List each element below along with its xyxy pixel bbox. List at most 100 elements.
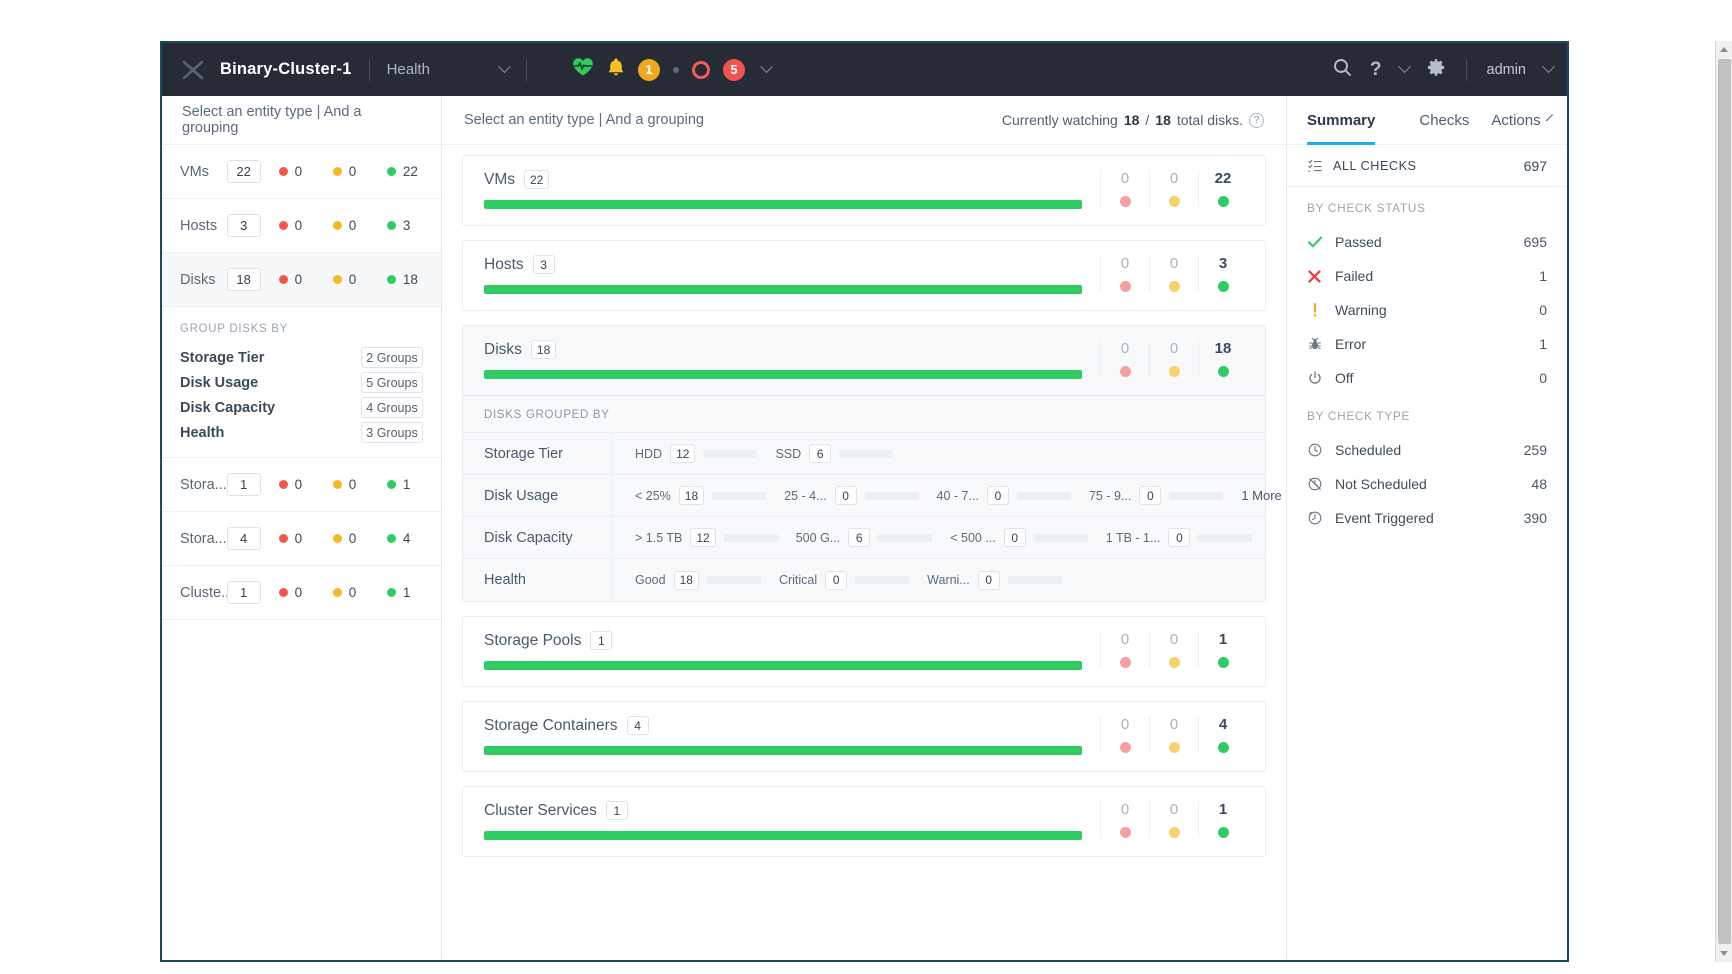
question-mark-icon[interactable]: ? [1370,60,1382,79]
main-header-label[interactable]: Select an entity type | And a grouping [464,112,704,128]
chevron-down-icon[interactable] [498,60,511,74]
grouped-row-label[interactable]: Storage Tier [463,433,613,474]
group-bucket[interactable]: Good 18 [635,570,761,590]
group-bucket[interactable]: Warni... 0 [927,570,1062,590]
entity-card[interactable]: Disks 18 0 0 18 DISKS GROUPED BY Storage Tier H… [462,325,1282,602]
summary-stat-row[interactable]: Event Triggered 390 [1287,501,1567,535]
group-bucket[interactable]: 40 - 7... 0 [937,486,1071,505]
chevron-down-icon[interactable] [1542,60,1555,74]
card-warning-stat: 0 [1149,170,1198,207]
group-bucket-bar-track [1198,533,1253,542]
entity-cards-scroll-area[interactable]: VMs 22 0 0 22 Hosts 3 0 0 3 Disks 18 0 0 18 DISKS GROUP… [442,145,1286,960]
circle-outline-icon[interactable] [691,60,710,79]
scrollbar-thumb[interactable] [1717,59,1731,944]
search-icon[interactable] [1333,58,1352,82]
sidebar-entity-row[interactable]: Disks 18 0 0 18 [162,253,441,307]
group-bucket[interactable]: 500 G... 6 [795,528,933,547]
check-type-list: Scheduled 259 Not Scheduled 48 Event Trigger… [1287,433,1567,535]
group-bucket[interactable]: SSD 6 [775,444,894,463]
summary-stat-row[interactable]: Off 0 [1287,361,1567,395]
grouping-option[interactable]: Storage Tier 2 Groups [180,345,423,370]
chevron-down-icon[interactable] [1397,60,1411,74]
summary-stat-row[interactable]: Not Scheduled 48 [1287,467,1567,501]
sidebar-entity-row[interactable]: Hosts 3 0 0 3 [162,199,441,253]
green-status-dot-icon [386,534,396,543]
entity-card-title-row: Disks 18 [484,340,1100,359]
group-bucket-bar-track [723,533,778,542]
green-status-dot-icon [1217,657,1229,668]
group-bucket[interactable]: > 1.5 TB 12 [635,528,778,547]
cluster-name[interactable]: Binary-Cluster-1 [220,60,352,79]
entity-warning-count-value: 0 [348,585,357,600]
all-checks-row[interactable]: ALL CHECKS 697 [1287,145,1567,187]
summary-stat-row[interactable]: Warning 0 [1287,293,1567,327]
grouped-row-label[interactable]: Disk Usage [463,475,613,516]
entity-card[interactable]: VMs 22 0 0 22 [462,155,1266,226]
entity-good-count: 4 [386,531,423,546]
group-bucket[interactable]: < 25% 18 [635,486,767,505]
all-checks-value: 697 [1523,157,1547,174]
entity-card[interactable]: Hosts 3 0 0 3 [462,240,1266,311]
separator-dot-icon [672,66,679,73]
entity-card[interactable]: Storage Containers 4 0 0 4 [462,701,1266,772]
summary-stat-row[interactable]: Error 1 [1287,327,1567,361]
card-critical-stat: 0 [1100,801,1149,838]
sidebar-entity-list: VMs 22 0 0 22 Hosts 3 0 0 3 Disks 18 0 0 18 [162,145,441,307]
summary-stat-row[interactable]: Passed 695 [1287,225,1567,259]
group-bucket-label: 500 G... [795,530,841,545]
summary-stat-row[interactable]: Scheduled 259 [1287,433,1567,467]
user-menu-label[interactable]: admin [1487,62,1527,78]
sidebar-entity-row[interactable]: VMs 22 0 0 22 [162,145,441,199]
scroll-up-arrow-icon[interactable] [1715,41,1732,58]
entity-card-stats: 004 [1100,716,1265,753]
bell-icon[interactable] [607,57,625,82]
sidebar-entity-row[interactable]: Cluste...1001 [162,566,441,620]
gear-icon[interactable] [1427,58,1446,82]
card-warning-stat: 0 [1149,255,1198,292]
x-logo-icon[interactable] [180,57,206,83]
group-bucket[interactable]: 1 TB - 1... 0 [1106,528,1253,547]
entity-card-main: Cluster Services 1 0 0 1 [463,787,1265,856]
entity-warning-count: 0 [332,477,369,492]
group-bucket[interactable]: 25 - 4... 0 [784,486,919,505]
entity-card[interactable]: Cluster Services 1 0 0 1 [462,786,1266,857]
group-bucket[interactable]: 75 - 9... 0 [1089,486,1224,505]
alert-count-badge-red[interactable]: 5 [722,58,745,81]
scroll-down-arrow-icon[interactable] [1715,945,1732,962]
tab-actions[interactable]: Actions [1491,96,1540,145]
entity-card[interactable]: Storage Pools 1 0 0 1 [462,616,1266,687]
grouping-option[interactable]: Health 3 Groups [180,420,423,445]
chevron-down-icon[interactable] [1545,113,1553,121]
group-bucket[interactable]: Critical 0 [779,570,910,590]
amber-status-dot-icon [1168,742,1180,753]
question-circle-icon[interactable]: ? [1249,112,1264,128]
tab-checks[interactable]: Checks [1419,96,1469,145]
sidebar-entity-row[interactable]: Stora... 4 0 0 4 [162,512,441,566]
heartbeat-icon[interactable] [572,57,594,82]
entity-warning-count-value: 0 [348,218,357,233]
nav-health-label[interactable]: Health [387,61,430,78]
entity-good-count-value: 18 [402,272,418,287]
entity-card-count: 1 [605,801,628,820]
grouped-row-label[interactable]: Disk Capacity [463,517,613,558]
sidebar-entity-row[interactable]: Stora... 1 0 0 1 [162,458,441,512]
entity-good-count-value: 4 [402,531,411,546]
summary-stat-row[interactable]: Failed 1 [1287,259,1567,293]
card-critical-stat: 0 [1100,340,1149,377]
group-bucket[interactable]: < 500 ... 0 [950,528,1088,547]
card-good-stat: 4 [1198,716,1247,753]
entity-warning-count: 0 [332,164,369,179]
entity-card-title: Disks [484,340,522,358]
entity-health-bar-fill [484,746,1082,755]
grouping-option[interactable]: Disk Usage 5 Groups [180,370,423,395]
grouped-row-label[interactable]: Health [463,559,613,601]
alert-count-badge-amber[interactable]: 1 [637,58,660,81]
grouping-option[interactable]: Disk Capacity 4 Groups [180,395,423,420]
window-scrollbar[interactable] [1715,41,1732,962]
tab-summary[interactable]: Summary [1307,96,1376,145]
sidebar-header[interactable]: Select an entity type | And a grouping [162,96,441,145]
chevron-down-icon[interactable] [760,60,773,74]
group-more-link[interactable]: 1 More [1241,488,1286,503]
green-status-dot-icon [1217,281,1229,292]
group-bucket[interactable]: HDD 12 [635,444,758,463]
